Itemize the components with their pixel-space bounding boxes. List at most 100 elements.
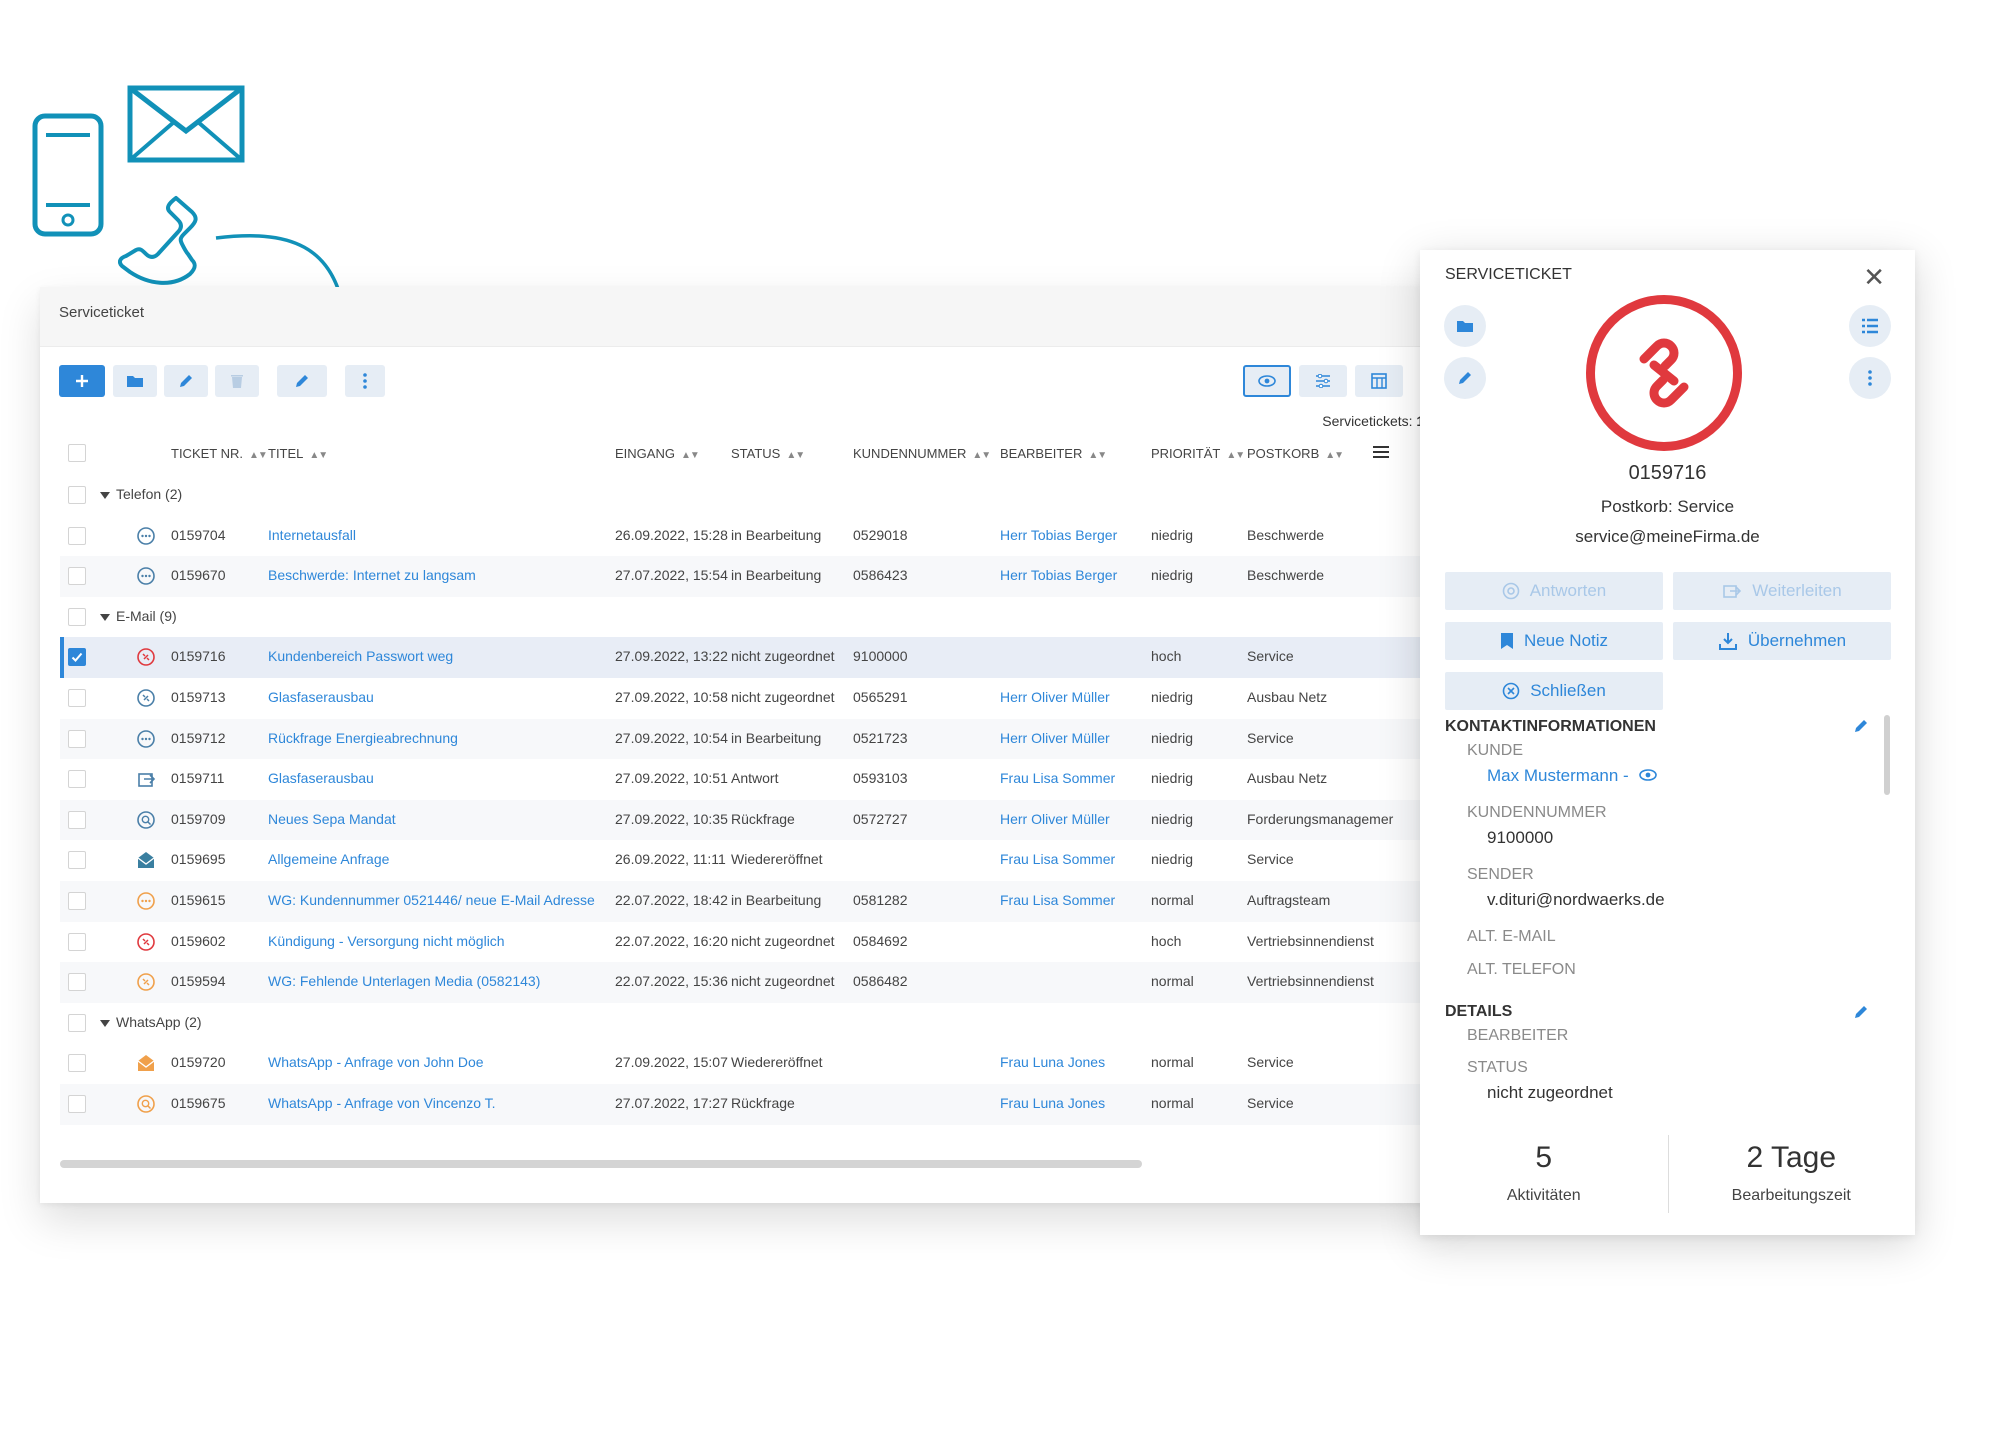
row-checkbox[interactable] [68, 973, 86, 992]
group-row-whatsapp[interactable]: WhatsApp (2) [60, 1003, 1450, 1044]
row-checkbox[interactable] [68, 688, 86, 707]
column-kundennummer[interactable]: Kundennummer ▲▼ [853, 446, 991, 461]
cell-bearbeiter[interactable]: Herr Tobias Berger [1000, 567, 1117, 583]
open-envelope-icon [137, 852, 155, 869]
delete-button[interactable] [215, 365, 259, 397]
more-actions-button[interactable] [345, 365, 385, 397]
row-checkbox[interactable] [68, 1054, 86, 1073]
table-row[interactable]: 0159615 WG: Kundennummer 0521446/ neue E… [60, 880, 1450, 922]
table-row[interactable]: 0159720 WhatsApp - Anfrage von John Doe … [60, 1043, 1450, 1084]
cell-bearbeiter[interactable]: Herr Tobias Berger [1000, 527, 1117, 543]
column-layout-button[interactable] [1355, 365, 1403, 397]
section-title-details: Details [1445, 1003, 1513, 1020]
pencil-icon[interactable] [1853, 718, 1869, 734]
cell-titel[interactable]: Neues Sepa Mandat [268, 811, 396, 827]
group-row-telefon[interactable]: Telefon (2) [60, 475, 1450, 516]
row-checkbox[interactable] [68, 932, 86, 951]
cell-eingang: 22.07.2022, 15:36 [615, 973, 728, 990]
row-checkbox[interactable] [68, 526, 86, 545]
row-checkbox[interactable] [68, 810, 86, 829]
open-folder-button[interactable] [113, 365, 157, 397]
collapse-triangle-icon[interactable] [100, 613, 110, 621]
neue-notiz-button[interactable]: Neue Notiz [1445, 622, 1663, 660]
table-row[interactable]: 0159695 Allgemeine Anfrage 26.09.2022, 1… [60, 840, 1450, 881]
table-row[interactable]: 0159602 Kündigung - Versorgung nicht mög… [60, 922, 1450, 963]
cell-titel[interactable]: Glasfaserausbau [268, 689, 374, 705]
row-checkbox[interactable] [68, 567, 86, 586]
group-checkbox[interactable] [68, 486, 86, 504]
preview-toggle-button[interactable] [1243, 365, 1291, 397]
column-titel[interactable]: Titel ▲▼ [268, 446, 328, 461]
filter-settings-button[interactable] [1299, 365, 1347, 397]
cell-bearbeiter[interactable]: Herr Oliver Müller [1000, 689, 1110, 705]
row-checkbox[interactable] [68, 891, 86, 910]
add-ticket-button[interactable] [59, 365, 105, 397]
cell-postkorb: Beschwerde [1247, 567, 1325, 584]
table-row[interactable]: 0159675 WhatsApp - Anfrage von Vincenzo … [60, 1083, 1450, 1125]
vertical-scrollbar[interactable] [1884, 715, 1890, 795]
schliessen-button[interactable]: Schließen [1445, 672, 1663, 710]
collapse-triangle-icon[interactable] [100, 1019, 110, 1027]
row-checkbox[interactable] [68, 851, 86, 870]
cell-titel[interactable]: Allgemeine Anfrage [268, 851, 389, 867]
group-checkbox[interactable] [68, 1013, 86, 1032]
column-ticket-nr[interactable]: Ticket Nr. ▲▼ [171, 446, 268, 461]
row-checkbox[interactable] [68, 729, 86, 748]
stat-aktivitaeten: 5 Aktivitäten [1420, 1125, 1668, 1205]
link-circle-icon [137, 648, 155, 667]
close-icon[interactable]: ✕ [1863, 262, 1885, 293]
antworten-button[interactable]: Antworten [1445, 572, 1663, 610]
cell-titel[interactable]: Kundenbereich Passwort weg [268, 648, 453, 664]
bulk-edit-button[interactable] [277, 365, 327, 397]
cell-bearbeiter[interactable]: Frau Luna Jones [1000, 1095, 1105, 1111]
table-row[interactable]: 0159709 Neues Sepa Mandat 27.09.2022, 10… [60, 799, 1450, 841]
cell-bearbeiter[interactable]: Frau Lisa Sommer [1000, 770, 1115, 786]
row-checkbox-checked[interactable] [68, 648, 86, 667]
uebernehmen-button[interactable]: Übernehmen [1673, 622, 1891, 660]
horizontal-scrollbar[interactable] [60, 1160, 1142, 1168]
select-all-checkbox[interactable] [68, 444, 86, 462]
table-row[interactable]: 0159594 WG: Fehlende Unterlagen Media (0… [60, 962, 1450, 1003]
column-postkorb[interactable]: Postkorb ▲▼ [1247, 446, 1344, 461]
row-checkbox[interactable] [68, 770, 86, 789]
group-row-email[interactable]: E-Mail (9) [60, 597, 1450, 638]
column-eingang[interactable]: Eingang ▲▼ [615, 446, 700, 461]
collapse-triangle-icon[interactable] [100, 492, 110, 499]
cell-titel[interactable]: WG: Kundennummer 0521446/ neue E-Mail Ad… [268, 892, 595, 908]
edit-button[interactable] [164, 365, 208, 397]
cell-titel[interactable]: WG: Fehlende Unterlagen Media (0582143) [268, 973, 540, 989]
table-row-selected[interactable]: 0159716 Kundenbereich Passwort weg 27.09… [60, 637, 1450, 678]
row-checkbox[interactable] [68, 1094, 86, 1113]
edit-button[interactable] [1444, 357, 1486, 399]
column-prioritaet[interactable]: Priorität ▲▼ [1151, 446, 1245, 461]
cell-titel[interactable]: Beschwerde: Internet zu langsam [268, 567, 476, 583]
table-row[interactable]: 0159712 Rückfrage Energieabrechnung 27.0… [60, 718, 1450, 760]
list-view-button[interactable] [1849, 305, 1891, 347]
cell-bearbeiter[interactable]: Frau Lisa Sommer [1000, 851, 1115, 867]
cell-titel[interactable]: Glasfaserausbau [268, 770, 374, 786]
column-menu-icon[interactable] [1373, 445, 1389, 459]
cell-bearbeiter[interactable]: Frau Lisa Sommer [1000, 892, 1115, 908]
table-row[interactable]: 0159704 Internetausfall 26.09.2022, 15:2… [60, 516, 1450, 557]
more-actions-button[interactable] [1849, 357, 1891, 399]
cell-titel[interactable]: Internetausfall [268, 527, 356, 543]
cell-bearbeiter[interactable]: Frau Luna Jones [1000, 1054, 1105, 1070]
cell-bearbeiter[interactable]: Herr Oliver Müller [1000, 730, 1110, 746]
open-folder-button[interactable] [1444, 305, 1486, 347]
table-row[interactable]: 0159711 Glasfaserausbau 27.09.2022, 10:5… [60, 759, 1450, 800]
forward-icon [1723, 585, 1742, 598]
cell-bearbeiter[interactable]: Herr Oliver Müller [1000, 811, 1110, 827]
cell-titel[interactable]: WhatsApp - Anfrage von Vincenzo T. [268, 1095, 496, 1111]
table-row[interactable]: 0159670 Beschwerde: Internet zu langsam … [60, 556, 1450, 597]
column-status[interactable]: Status ▲▼ [731, 446, 805, 461]
pencil-icon[interactable] [1853, 1004, 1869, 1020]
eye-icon[interactable] [1639, 769, 1658, 781]
cell-titel[interactable]: Rückfrage Energieabrechnung [268, 730, 458, 746]
table-row[interactable]: 0159713 Glasfaserausbau 27.09.2022, 10:5… [60, 678, 1450, 719]
group-checkbox[interactable] [68, 607, 86, 626]
column-bearbeiter[interactable]: Bearbeiter ▲▼ [1000, 446, 1107, 461]
cell-titel[interactable]: Kündigung - Versorgung nicht möglich [268, 933, 505, 949]
cell-titel[interactable]: WhatsApp - Anfrage von John Doe [268, 1054, 484, 1070]
customer-link[interactable]: Max Mustermann - [1487, 766, 1658, 786]
weiterleiten-button[interactable]: Weiterleiten [1673, 572, 1891, 610]
